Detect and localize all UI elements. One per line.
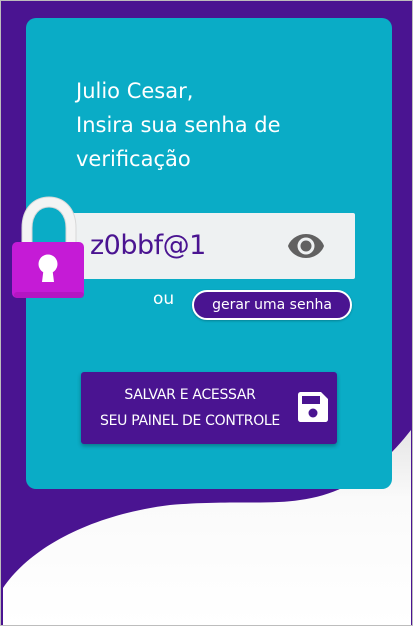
toggle-visibility-button[interactable] — [286, 230, 326, 262]
greeting-text: Julio Cesar, Insira sua senha de verific… — [76, 74, 376, 176]
greeting-name: Julio Cesar, — [76, 79, 194, 103]
lock-icon — [12, 196, 84, 298]
save-button-label-line1: SALVAR E ACESSAR — [124, 387, 256, 403]
greeting-instruction-line2: verificação — [76, 147, 191, 171]
password-value[interactable]: z0bbf@1 — [90, 228, 206, 264]
password-field[interactable]: z0bbf@1 — [72, 213, 355, 279]
save-button-label-line2: SEU PAINEL DE CONTROLE — [100, 413, 280, 429]
or-label: ou — [153, 289, 175, 309]
eye-icon — [288, 234, 324, 258]
save-and-access-button[interactable]: SALVAR E ACESSAR SEU PAINEL DE CONTROLE — [81, 372, 337, 444]
floppy-disk-icon — [298, 392, 328, 422]
greeting-instruction-line1: Insira sua senha de — [76, 113, 281, 137]
save-button-label: SALVAR E ACESSAR SEU PAINEL DE CONTROLE — [85, 382, 295, 434]
generate-password-button[interactable]: gerar uma senha — [192, 290, 352, 320]
